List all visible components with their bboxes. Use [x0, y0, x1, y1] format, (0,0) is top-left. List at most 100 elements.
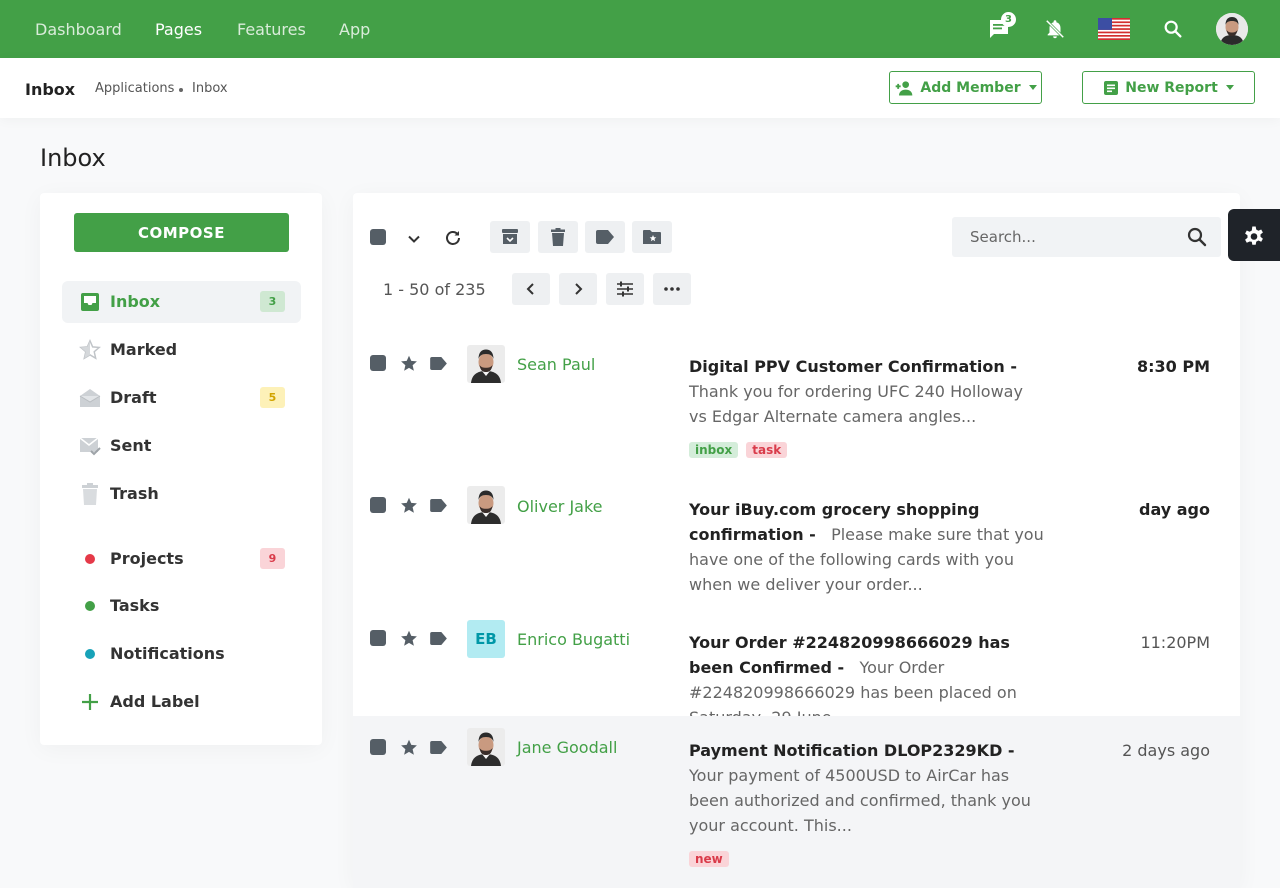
chevron-down-icon — [1028, 85, 1037, 90]
sender-name[interactable]: Oliver Jake — [517, 497, 603, 516]
user-avatar[interactable] — [1216, 13, 1248, 45]
chevron-left-icon — [526, 283, 534, 295]
email-row[interactable]: EB Enrico Bugatti Your Order #2248209986… — [353, 605, 1240, 727]
email-subject: Payment Notification DLOP2329KD - — [689, 741, 1015, 760]
chevron-right-icon — [575, 283, 583, 295]
archive-button[interactable] — [490, 221, 530, 253]
row-checkbox[interactable] — [370, 739, 386, 755]
sender-avatar-initials: EB — [467, 620, 505, 658]
row-checkbox[interactable] — [370, 355, 386, 371]
sidebar-item-label: Draft — [110, 388, 157, 407]
filter-settings-button[interactable] — [606, 273, 644, 305]
sender-name[interactable]: Enrico Bugatti — [517, 630, 630, 649]
messages-count-badge: 3 — [1001, 12, 1016, 27]
star-icon[interactable] — [400, 630, 418, 647]
sender-avatar — [467, 345, 505, 383]
tag-inbox[interactable]: inbox — [689, 442, 739, 458]
next-page-button[interactable] — [559, 273, 597, 305]
email-row[interactable]: Oliver Jake Your iBuy.com grocery shoppi… — [353, 472, 1240, 605]
row-checkbox[interactable] — [370, 630, 386, 646]
sidebar-label-notifications[interactable]: Notifications — [62, 633, 301, 675]
sidebar-item-label: Trash — [110, 484, 159, 503]
inbox-count-badge: 3 — [260, 291, 285, 312]
add-label-label: Add Label — [110, 692, 200, 711]
projects-count-badge: 9 — [260, 548, 285, 569]
nav-features[interactable]: Features — [237, 0, 306, 58]
sidebar-label-projects[interactable]: Projects 9 — [62, 538, 301, 580]
tag-task[interactable]: task — [746, 442, 788, 458]
email-time: 2 days ago — [1122, 741, 1210, 760]
email-row[interactable]: Jane Goodall Payment Notification DLOP23… — [353, 716, 1240, 888]
sidebar-item-label: Sent — [110, 436, 152, 455]
page-title: Inbox — [40, 144, 106, 172]
email-snippet[interactable]: Your Order #224820998666029 has been Con… — [689, 630, 1044, 730]
star-icon[interactable] — [400, 497, 418, 514]
sidebar-label-tasks[interactable]: Tasks — [62, 585, 301, 627]
inbox-icon — [78, 290, 102, 314]
sidebar-item-label: Tasks — [110, 596, 160, 615]
select-all-checkbox[interactable] — [370, 229, 386, 245]
more-options-button[interactable] — [653, 273, 691, 305]
chevron-down-icon[interactable] — [404, 229, 424, 249]
sidebar-item-sent[interactable]: Sent — [62, 425, 301, 467]
email-preview: Your payment of 4500USD to AirCar has be… — [689, 766, 1031, 835]
breadcrumb-applications[interactable]: Applications — [95, 81, 174, 96]
sidebar-item-label: Projects — [110, 549, 184, 568]
nav-app[interactable]: App — [339, 0, 370, 58]
pagination-range: 1 - 50 of 235 — [383, 280, 486, 299]
new-report-button[interactable]: New Report — [1082, 71, 1255, 104]
label-icon[interactable] — [430, 741, 447, 754]
label-icon — [596, 230, 614, 244]
sidebar-item-marked[interactable]: Marked — [62, 329, 301, 371]
label-icon[interactable] — [430, 499, 447, 512]
label-button[interactable] — [585, 221, 625, 253]
move-to-folder-button[interactable] — [632, 221, 672, 253]
star-icon[interactable] — [400, 355, 418, 372]
label-icon[interactable] — [430, 357, 447, 370]
email-snippet[interactable]: Digital PPV Customer Confirmation - Than… — [689, 354, 1044, 429]
tag-new[interactable]: new — [689, 851, 729, 867]
sidebar-item-draft[interactable]: Draft 5 — [62, 377, 301, 419]
sender-name[interactable]: Sean Paul — [517, 355, 595, 374]
search-icon[interactable] — [1158, 14, 1188, 44]
label-icon[interactable] — [430, 632, 447, 645]
email-row[interactable]: Sean Paul Digital PPV Customer Confirmat… — [353, 330, 1240, 472]
sliders-icon — [617, 281, 633, 297]
sidebar-item-label: Marked — [110, 340, 178, 359]
email-time: 8:30 PM — [1136, 357, 1210, 376]
email-subject: Your Order #224820998666029 has been Con… — [689, 633, 1010, 677]
refresh-icon[interactable] — [441, 226, 465, 250]
prev-page-button[interactable] — [512, 273, 550, 305]
email-subject: Digital PPV Customer Confirmation - — [689, 357, 1017, 376]
tasks-dot-icon — [78, 594, 102, 618]
add-label-button[interactable]: Add Label — [62, 681, 301, 723]
sidebar-item-trash[interactable]: Trash — [62, 473, 301, 515]
messages-icon[interactable]: 3 — [984, 12, 1016, 44]
nav-pages[interactable]: Pages — [155, 0, 202, 58]
row-checkbox[interactable] — [370, 497, 386, 513]
more-horizontal-icon — [664, 287, 680, 291]
settings-button[interactable] — [1228, 209, 1280, 261]
projects-dot-icon — [78, 547, 102, 571]
sidebar-item-label: Inbox — [110, 292, 161, 311]
delete-button[interactable] — [538, 221, 578, 253]
nav-dashboard[interactable]: Dashboard — [35, 0, 122, 58]
search-input[interactable]: Search... — [952, 217, 1221, 257]
trash-icon — [551, 228, 565, 246]
email-snippet[interactable]: Payment Notification DLOP2329KD - Your p… — [689, 738, 1044, 838]
email-preview: Thank you for ordering UFC 240 Holloway … — [689, 382, 1023, 426]
notifications-off-icon[interactable] — [1040, 14, 1070, 44]
email-snippet[interactable]: Your iBuy.com grocery shopping confirmat… — [689, 497, 1044, 597]
search-icon[interactable] — [1187, 227, 1207, 247]
notifications-dot-icon — [78, 642, 102, 666]
star-icon[interactable] — [400, 739, 418, 756]
sidebar-item-inbox[interactable]: Inbox 3 — [62, 281, 301, 323]
add-member-button[interactable]: Add Member — [889, 71, 1042, 104]
sender-name[interactable]: Jane Goodall — [517, 738, 617, 757]
compose-button[interactable]: COMPOSE — [74, 213, 289, 252]
us-flag-icon[interactable] — [1097, 14, 1131, 44]
breadcrumb-inbox: Inbox — [192, 81, 228, 96]
report-icon — [1104, 80, 1119, 95]
chevron-down-icon — [1225, 85, 1234, 90]
sub-header-title: Inbox — [25, 80, 76, 99]
